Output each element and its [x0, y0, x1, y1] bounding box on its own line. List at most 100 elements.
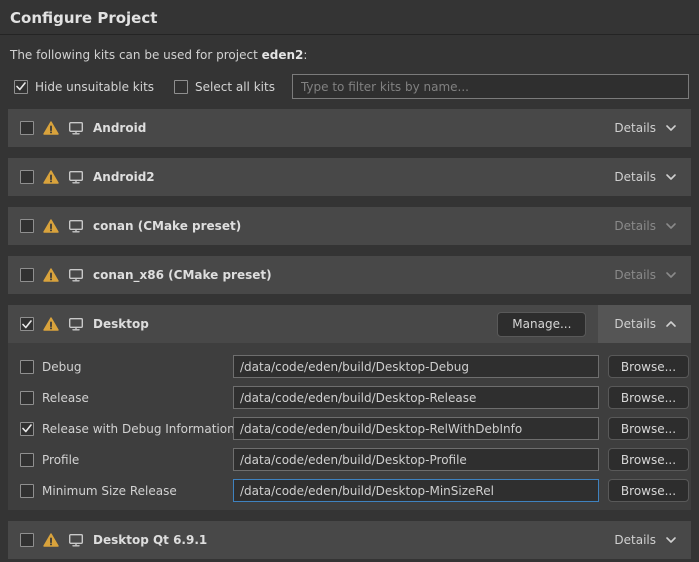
kit-row: Android Details [8, 109, 691, 147]
hide-unsuitable-kits-option[interactable]: Hide unsuitable kits [14, 80, 154, 94]
build-config-checkbox[interactable] [20, 391, 34, 405]
check-icon [22, 320, 32, 329]
select-all-kits-checkbox[interactable] [174, 80, 188, 94]
details-label: Details [614, 268, 656, 282]
kit-group: conan_x86 (CMake preset) Details [8, 256, 691, 294]
kit-row: conan_x86 (CMake preset) Details [8, 256, 691, 294]
select-all-kits-option[interactable]: Select all kits [174, 80, 275, 94]
warning-icon [43, 170, 59, 184]
details-label: Details [614, 533, 656, 547]
project-name: eden2 [262, 48, 304, 62]
kit-group: Desktop Qt 6.9.1 Details [8, 521, 691, 559]
kit-name: Desktop Qt 6.9.1 [93, 533, 207, 547]
kit-checkbox[interactable] [20, 533, 34, 547]
details-label: Details [614, 317, 656, 331]
check-icon [16, 82, 26, 91]
build-config-row: Release Browse... [20, 386, 689, 409]
build-config-label: Profile [42, 453, 79, 467]
build-config-option[interactable]: Debug [20, 360, 233, 374]
kit-group: Desktop Manage... Details Debug Browse..… [8, 305, 691, 510]
build-path-input[interactable] [233, 479, 599, 502]
browse-button[interactable]: Browse... [608, 355, 689, 378]
kit-name: Desktop [93, 317, 149, 331]
kit-group: Android Details [8, 109, 691, 147]
kit-checkbox[interactable] [20, 121, 34, 135]
details-toggle[interactable]: Details [598, 158, 691, 196]
check-icon [22, 424, 32, 433]
warning-icon [43, 121, 59, 135]
details-toggle[interactable]: Details [598, 521, 691, 559]
kit-name: Android2 [93, 170, 155, 184]
kit-checkbox[interactable] [20, 317, 34, 331]
details-label: Details [614, 219, 656, 233]
build-config-label: Minimum Size Release [42, 484, 177, 498]
browse-button[interactable]: Browse... [608, 417, 689, 440]
kit-row: Desktop Manage... Details [8, 305, 691, 343]
warning-icon [43, 219, 59, 233]
build-config-option[interactable]: Release with Debug Information [20, 422, 233, 436]
build-config-checkbox[interactable] [20, 422, 34, 436]
subtitle-suffix: : [303, 48, 307, 62]
monitor-icon [68, 533, 84, 547]
kit-name: conan (CMake preset) [93, 219, 241, 233]
page-title: Configure Project [0, 0, 699, 35]
build-path-input[interactable] [233, 417, 599, 440]
details-toggle[interactable]: Details [598, 305, 691, 343]
kit-checkbox[interactable] [20, 219, 34, 233]
build-config-option[interactable]: Release [20, 391, 233, 405]
browse-button[interactable]: Browse... [608, 386, 689, 409]
subtitle-prefix: The following kits can be used for proje… [10, 48, 262, 62]
kit-checkbox[interactable] [20, 268, 34, 282]
build-path-input[interactable] [233, 386, 599, 409]
kit-group: conan (CMake preset) Details [8, 207, 691, 245]
kit-row: Android2 Details [8, 158, 691, 196]
kit-row: conan (CMake preset) Details [8, 207, 691, 245]
build-config-row: Debug Browse... [20, 355, 689, 378]
build-config-row: Release with Debug Information Browse... [20, 417, 689, 440]
build-path-input[interactable] [233, 355, 599, 378]
manage-button[interactable]: Manage... [497, 312, 586, 337]
monitor-icon [68, 268, 84, 282]
build-config-row: Minimum Size Release Browse... [20, 479, 689, 502]
hide-unsuitable-kits-label: Hide unsuitable kits [35, 80, 154, 94]
kits-subtitle: The following kits can be used for proje… [10, 48, 689, 62]
build-config-checkbox[interactable] [20, 360, 34, 374]
kit-name: Android [93, 121, 146, 135]
filter-kits-input[interactable] [292, 74, 689, 99]
details-label: Details [614, 170, 656, 184]
filter-bar: Hide unsuitable kits Select all kits [14, 74, 689, 99]
select-all-kits-label: Select all kits [195, 80, 275, 94]
monitor-icon [68, 219, 84, 233]
hide-unsuitable-kits-checkbox[interactable] [14, 80, 28, 94]
browse-button[interactable]: Browse... [608, 448, 689, 471]
build-path-input[interactable] [233, 448, 599, 471]
configure-project-page: Configure Project The following kits can… [0, 0, 699, 562]
monitor-icon [68, 317, 84, 331]
kit-row: Desktop Qt 6.9.1 Details [8, 521, 691, 559]
build-config-label: Release with Debug Information [42, 422, 235, 436]
build-config-checkbox[interactable] [20, 484, 34, 498]
warning-icon [43, 533, 59, 547]
build-config-checkbox[interactable] [20, 453, 34, 467]
monitor-icon [68, 170, 84, 184]
warning-icon [43, 317, 59, 331]
details-toggle[interactable]: Details [598, 109, 691, 147]
browse-button[interactable]: Browse... [608, 479, 689, 502]
kit-group: Android2 Details [8, 158, 691, 196]
kit-list: Android Details [8, 109, 691, 559]
build-config-label: Debug [42, 360, 81, 374]
kit-name: conan_x86 (CMake preset) [93, 268, 272, 282]
build-config-option[interactable]: Profile [20, 453, 233, 467]
chevron-down-icon [665, 173, 677, 181]
details-label: Details [614, 121, 656, 135]
kit-details-panel: Debug Browse... Release Browse... Releas… [8, 343, 691, 510]
details-toggle[interactable]: Details [598, 256, 691, 294]
build-config-row: Profile Browse... [20, 448, 689, 471]
chevron-up-icon [665, 320, 677, 328]
build-config-option[interactable]: Minimum Size Release [20, 484, 233, 498]
warning-icon [43, 268, 59, 282]
kit-checkbox[interactable] [20, 170, 34, 184]
details-toggle[interactable]: Details [598, 207, 691, 245]
chevron-down-icon [665, 222, 677, 230]
monitor-icon [68, 121, 84, 135]
